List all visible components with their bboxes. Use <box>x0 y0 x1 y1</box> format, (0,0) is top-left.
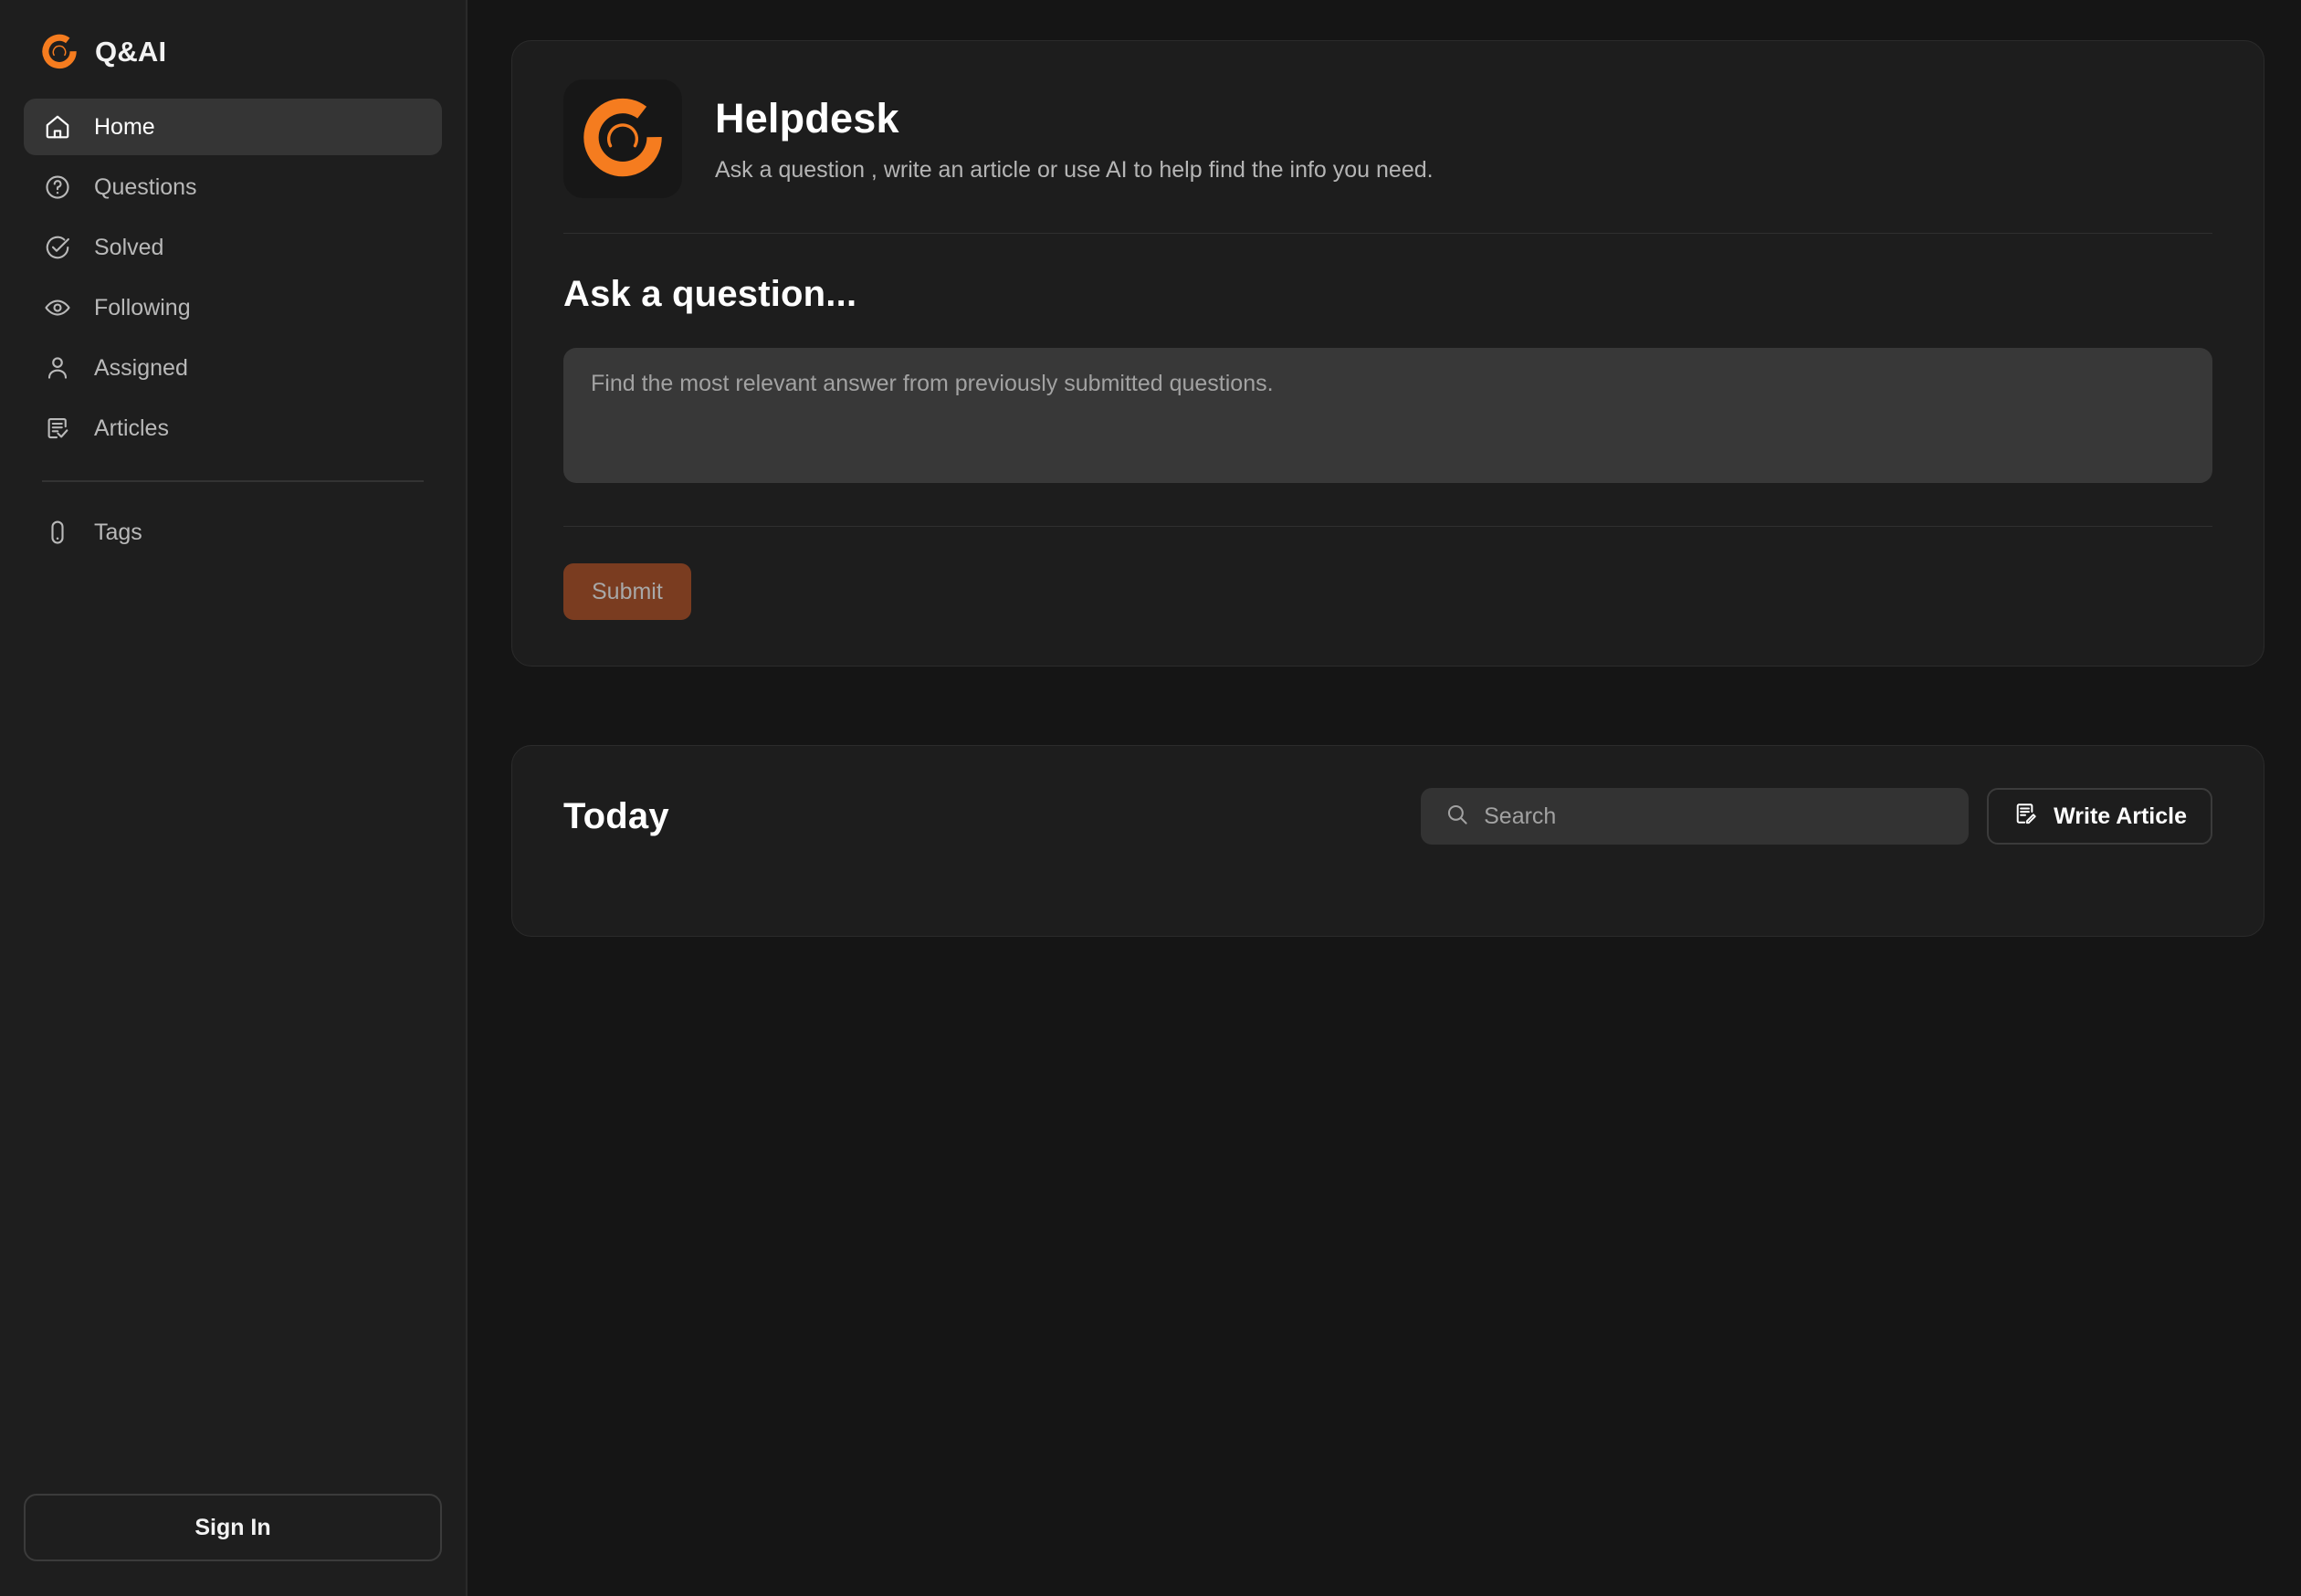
sidebar-divider <box>42 480 424 482</box>
sidebar-item-label: Articles <box>94 415 169 441</box>
sign-in-button[interactable]: Sign In <box>24 1494 442 1561</box>
submit-button[interactable]: Submit <box>563 563 691 620</box>
today-title: Today <box>563 795 669 836</box>
home-icon <box>42 111 73 142</box>
helpdesk-header-text: Helpdesk Ask a question , write an artic… <box>715 95 1434 184</box>
sidebar-item-home[interactable]: Home <box>24 99 442 155</box>
ask-question-input[interactable] <box>563 348 2212 483</box>
sidebar-item-label: Assigned <box>94 354 188 381</box>
ask-question-card: Helpdesk Ask a question , write an artic… <box>511 40 2264 667</box>
sidebar-item-label: Following <box>94 294 191 320</box>
sidebar-item-label: Home <box>94 113 155 140</box>
header-divider <box>563 233 2212 234</box>
ask-question-heading: Ask a question... <box>563 274 857 314</box>
document-check-icon <box>42 413 73 444</box>
sidebar-item-label: Solved <box>94 234 164 260</box>
sidebar-item-solved[interactable]: Solved <box>24 219 442 276</box>
today-actions: Write Article <box>1421 788 2212 845</box>
sidebar-item-articles[interactable]: Articles <box>24 400 442 457</box>
sidebar-nav: Home Questions Solved Following Assigned… <box>24 99 442 561</box>
search-icon <box>1445 802 1469 831</box>
search-input[interactable] <box>1484 788 1946 845</box>
write-article-label: Write Article <box>2054 803 2187 829</box>
helpdesk-logo-icon <box>563 79 682 198</box>
user-icon <box>42 352 73 383</box>
sidebar-item-assigned[interactable]: Assigned <box>24 340 442 396</box>
helpdesk-header: Helpdesk Ask a question , write an artic… <box>563 41 2212 233</box>
submit-row: Submit <box>563 527 2212 666</box>
search-box[interactable] <box>1421 788 1970 845</box>
tag-icon <box>42 517 73 548</box>
qai-arc-logo-icon <box>40 33 79 71</box>
document-pencil-icon <box>2012 801 2038 833</box>
write-article-button[interactable]: Write Article <box>1987 788 2212 845</box>
sidebar-item-questions[interactable]: Questions <box>24 159 442 215</box>
brand-name: Q&AI <box>95 36 167 68</box>
sidebar-item-label: Tags <box>94 519 142 545</box>
sidebar: Q&AI Home Questions Solved Following Ass… <box>0 0 468 1596</box>
sidebar-item-tags[interactable]: Tags <box>24 504 442 561</box>
today-card: Today Search Write Article <box>511 745 2264 937</box>
eye-icon <box>42 292 73 323</box>
question-mark-circle-icon <box>42 172 73 203</box>
sidebar-item-following[interactable]: Following <box>24 279 442 336</box>
app-root: Q&AI Home Questions Solved Following Ass… <box>0 0 2301 1596</box>
sidebar-item-label: Questions <box>94 173 197 200</box>
page-title: Helpdesk <box>715 94 899 142</box>
page-subtitle: Ask a question , write an article or use… <box>715 156 1434 183</box>
main-content: Helpdesk Ask a question , write an artic… <box>468 0 2301 1596</box>
check-circle-icon <box>42 232 73 263</box>
brand: Q&AI <box>24 0 442 99</box>
today-header-row: Today Search Write Article <box>563 788 2212 845</box>
